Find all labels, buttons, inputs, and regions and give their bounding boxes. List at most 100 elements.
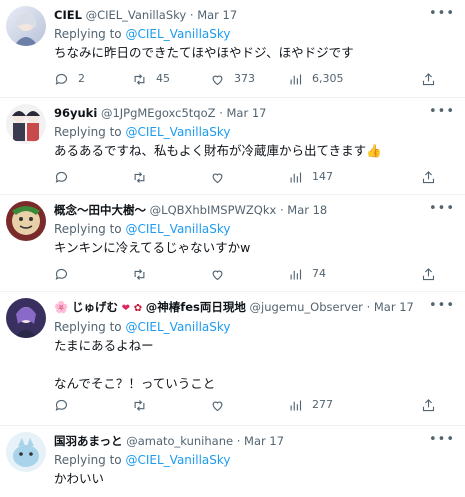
retweet-button[interactable] bbox=[132, 396, 156, 414]
tweet[interactable]: ••• 概念〜田中大樹〜 @LQBXhbIMSPWZQkx · Mar 18 R… bbox=[0, 195, 465, 292]
reply-icon bbox=[55, 268, 68, 280]
share-icon bbox=[422, 398, 435, 411]
tweet-date[interactable]: Mar 17 bbox=[197, 8, 237, 22]
replying-to: Replying to @CIEL_VanillaSky bbox=[54, 319, 457, 335]
replying-to-link[interactable]: @CIEL_VanillaSky bbox=[125, 320, 230, 334]
avatar[interactable] bbox=[6, 298, 46, 338]
views-button[interactable]: 6,305 bbox=[288, 70, 344, 88]
replying-to-label: Replying to bbox=[54, 453, 122, 467]
tweet-actions: 2 45 373 6,305 bbox=[54, 70, 457, 88]
views-button[interactable]: 74 bbox=[288, 265, 326, 283]
replying-to-label: Replying to bbox=[54, 222, 122, 236]
replying-to-label: Replying to bbox=[54, 125, 122, 139]
views-icon bbox=[290, 269, 302, 279]
views-count: 74 bbox=[312, 267, 326, 280]
tweet-actions: 74 bbox=[54, 265, 457, 283]
avatar[interactable] bbox=[6, 104, 46, 144]
replying-to-link[interactable]: @CIEL_VanillaSky bbox=[125, 222, 230, 236]
heart-icon: ❤ bbox=[121, 303, 131, 314]
like-button[interactable] bbox=[210, 396, 234, 414]
retweet-icon bbox=[134, 73, 145, 85]
reply-icon bbox=[55, 171, 68, 183]
views-icon bbox=[290, 74, 302, 84]
replying-to-link[interactable]: @CIEL_VanillaSky bbox=[125, 453, 230, 467]
reply-count: 2 bbox=[78, 72, 85, 85]
display-name[interactable]: 96yuki bbox=[54, 106, 97, 120]
tweet-text: かわいい bbox=[54, 471, 105, 486]
tweet[interactable]: ••• CIEL @CIEL_VanillaSky · Mar 17 Reply… bbox=[0, 0, 465, 98]
retweet-button[interactable] bbox=[132, 265, 156, 283]
tweet-actions: 147 bbox=[54, 168, 457, 186]
tweet-actions: 277 bbox=[54, 396, 457, 414]
avatar[interactable] bbox=[6, 6, 46, 46]
tweet-date[interactable]: Mar 17 bbox=[227, 106, 267, 120]
like-icon bbox=[212, 173, 223, 183]
display-name[interactable]: じゅげむ bbox=[72, 300, 118, 314]
separator-dot: · bbox=[219, 106, 223, 120]
like-icon bbox=[212, 75, 223, 85]
reply-button[interactable] bbox=[54, 396, 78, 414]
avatar-image bbox=[14, 13, 38, 46]
replying-to-link[interactable]: @CIEL_VanillaSky bbox=[125, 27, 230, 41]
tweet-header: 96yuki @1JPgMEgoxc5tqoZ · Mar 17 bbox=[54, 106, 457, 121]
tweet[interactable]: ••• 96yuki @1JPgMEgoxc5tqoZ · Mar 17 Rep… bbox=[0, 98, 465, 195]
tweet-date[interactable]: Mar 17 bbox=[374, 300, 414, 314]
display-name[interactable]: 国羽あまっと bbox=[54, 434, 123, 448]
like-button[interactable] bbox=[210, 265, 234, 283]
share-icon bbox=[422, 72, 435, 85]
tweet-text-body: あるあるですね、私もよく財布が冷蔵庫から出てきます bbox=[54, 143, 367, 158]
avatar[interactable] bbox=[6, 432, 46, 472]
avatar-image bbox=[12, 206, 40, 235]
reply-button[interactable] bbox=[54, 168, 78, 186]
retweet-button[interactable]: 45 bbox=[132, 70, 170, 88]
tweet-date[interactable]: Mar 18 bbox=[287, 203, 327, 217]
reply-button[interactable]: 2 bbox=[54, 70, 85, 88]
replying-to-link[interactable]: @CIEL_VanillaSky bbox=[125, 125, 230, 139]
display-name[interactable]: CIEL bbox=[54, 8, 82, 22]
tweet-text: たまにあるよねー なんでそこ？！っていうこと bbox=[54, 338, 216, 391]
retweet-button[interactable] bbox=[132, 168, 156, 186]
user-handle[interactable]: @jugemu_Observer bbox=[250, 300, 363, 314]
retweet-count: 45 bbox=[156, 72, 170, 85]
views-count: 6,305 bbox=[312, 72, 344, 85]
flower-emoji: 🌸 bbox=[54, 300, 69, 314]
thumbs-up-emoji: 👍 bbox=[366, 143, 382, 158]
like-icon bbox=[212, 270, 223, 280]
share-button[interactable] bbox=[421, 70, 445, 88]
views-count: 147 bbox=[312, 170, 333, 183]
reply-button[interactable] bbox=[54, 265, 78, 283]
share-button[interactable] bbox=[421, 168, 445, 186]
replying-to-label: Replying to bbox=[54, 27, 122, 41]
user-handle[interactable]: @1JPgMEgoxc5tqoZ bbox=[101, 106, 216, 120]
views-button[interactable]: 277 bbox=[288, 396, 333, 414]
retweet-icon bbox=[134, 171, 145, 183]
user-handle[interactable]: @CIEL_VanillaSky bbox=[86, 8, 187, 22]
views-icon bbox=[290, 172, 302, 182]
like-icon bbox=[212, 401, 223, 411]
replying-to-label: Replying to bbox=[54, 320, 122, 334]
tweet-header: 🌸 じゅげむ ❤ ✿ @神椿fes両日現地 @jugemu_Observer ·… bbox=[54, 300, 457, 316]
like-count: 373 bbox=[234, 72, 255, 85]
tweet-header: 国羽あまっと @amato_kunihane · Mar 17 bbox=[54, 434, 457, 449]
display-name[interactable]: 概念〜田中大樹〜 bbox=[54, 203, 146, 217]
tweet[interactable]: ••• 国羽あまっと @amato_kunihane · Mar 17 Repl… bbox=[0, 426, 465, 497]
rose-icon: ✿ bbox=[133, 303, 143, 314]
replying-to: Replying to @CIEL_VanillaSky bbox=[54, 452, 457, 468]
tweet-date[interactable]: Mar 17 bbox=[244, 434, 284, 448]
views-icon bbox=[290, 400, 302, 410]
share-icon bbox=[422, 170, 435, 183]
share-button[interactable] bbox=[421, 265, 445, 283]
reply-icon bbox=[55, 73, 68, 85]
replying-to: Replying to @CIEL_VanillaSky bbox=[54, 26, 457, 42]
views-button[interactable]: 147 bbox=[288, 168, 333, 186]
user-handle[interactable]: @LQBXhbIMSPWZQkx bbox=[150, 203, 277, 217]
avatar[interactable] bbox=[6, 201, 46, 241]
share-button[interactable] bbox=[421, 396, 445, 414]
replying-to: Replying to @CIEL_VanillaSky bbox=[54, 221, 457, 237]
share-icon bbox=[422, 267, 435, 280]
like-button[interactable] bbox=[210, 168, 234, 186]
user-handle[interactable]: @amato_kunihane bbox=[126, 434, 233, 448]
separator-dot: · bbox=[189, 8, 194, 22]
like-button[interactable]: 373 bbox=[210, 70, 255, 88]
tweet[interactable]: ••• 🌸 じゅげむ ❤ ✿ @神椿fes両日現地 @jugemu_Observ… bbox=[0, 292, 465, 426]
